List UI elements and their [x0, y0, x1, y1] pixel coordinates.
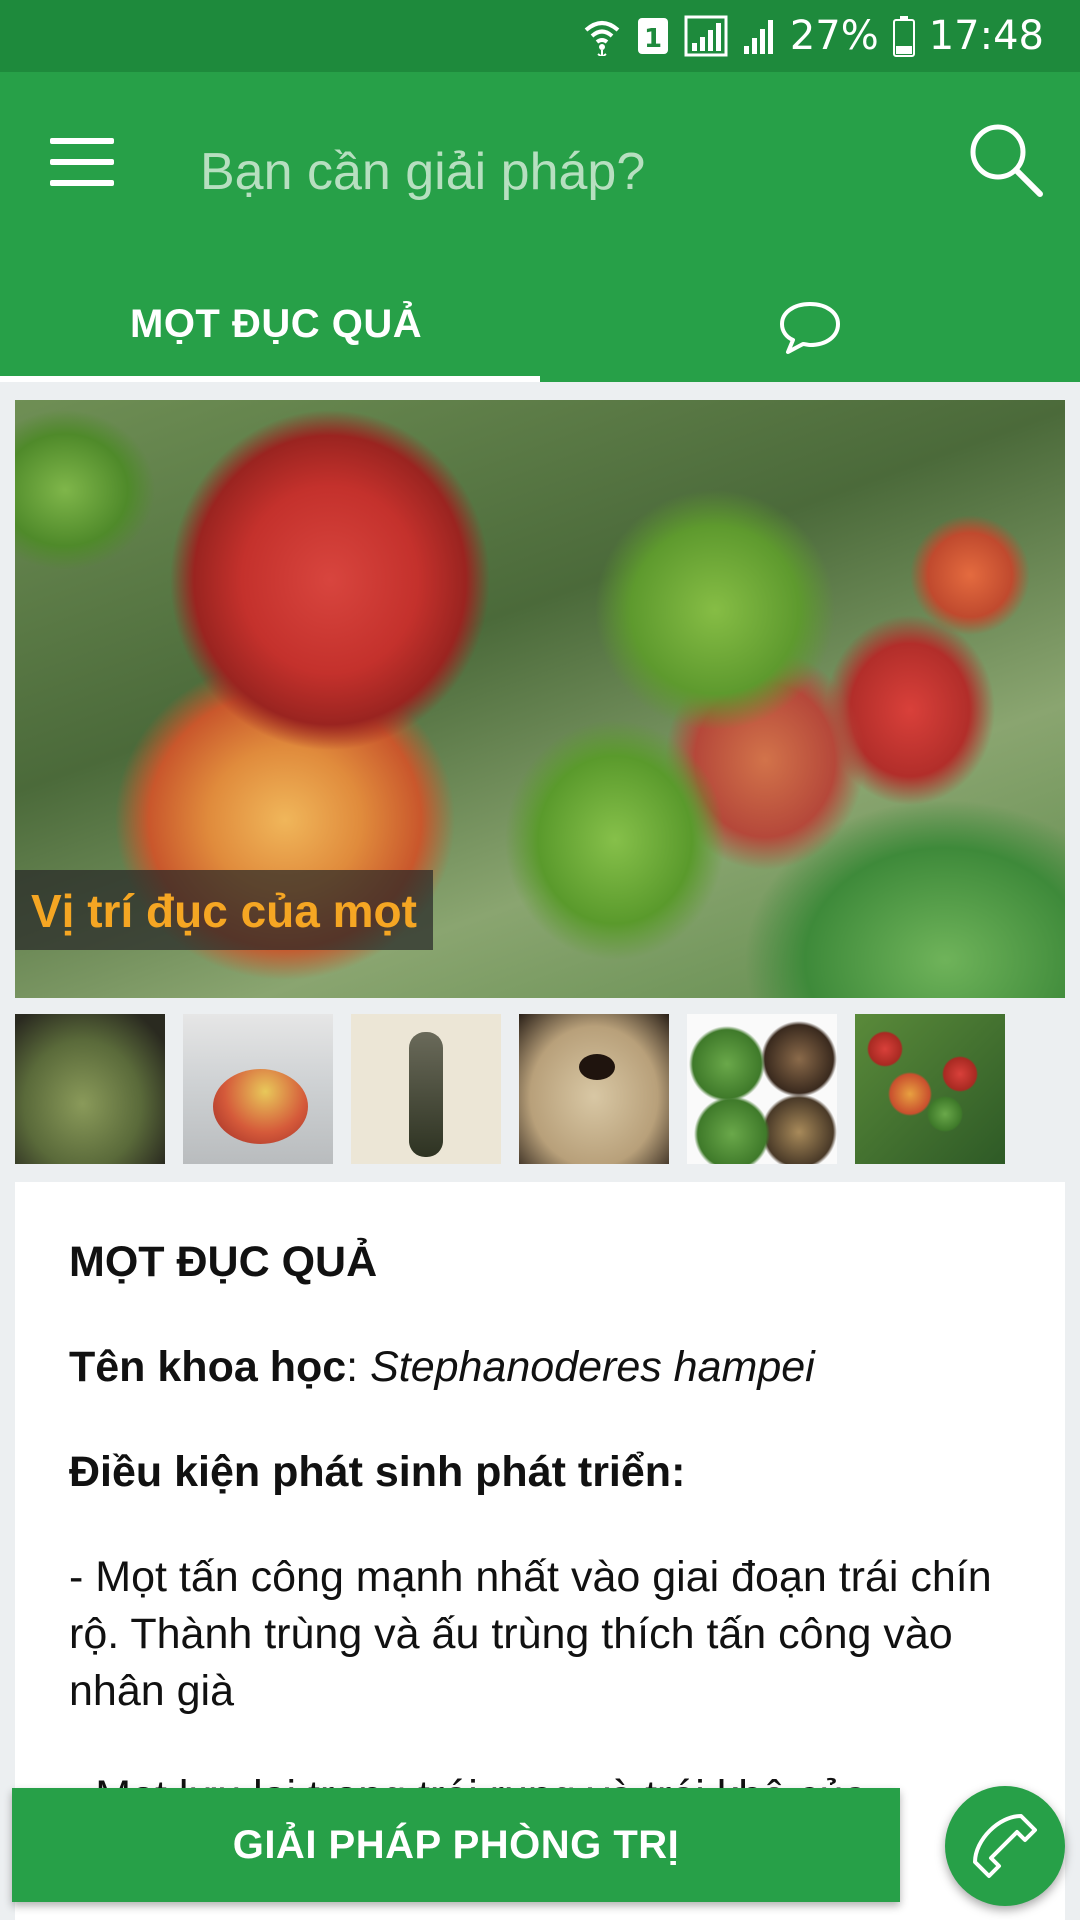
battery-icon: [892, 15, 915, 57]
scientific-name: Stephanoderes hampei: [370, 1343, 815, 1391]
scientific-label: Tên khoa học: [69, 1343, 347, 1391]
tab-chat[interactable]: [540, 302, 1080, 382]
search-icon[interactable]: [966, 120, 1046, 200]
signal-2-icon: [742, 16, 776, 56]
phone-icon[interactable]: [945, 1786, 1065, 1906]
scientific-separator: :: [346, 1343, 371, 1391]
tab-indicator: [0, 376, 540, 382]
thumbnail-strip: [15, 1014, 1065, 1164]
chat-bubble-icon: [778, 300, 842, 361]
wifi-icon: [582, 16, 622, 56]
svg-text:1: 1: [644, 24, 662, 54]
main-photo[interactable]: Vị trí đục của mọt: [15, 400, 1065, 998]
article-paragraph: - Mọt tấn công mạnh nhất vào giai đoạn t…: [69, 1553, 992, 1715]
clock: 17:48: [928, 13, 1044, 59]
thumbnail[interactable]: [687, 1014, 837, 1164]
thumbnail[interactable]: [183, 1014, 333, 1164]
thumbnail[interactable]: [351, 1014, 501, 1164]
sim-icon: 1: [636, 16, 670, 56]
menu-icon[interactable]: [50, 132, 114, 192]
search-input[interactable]: [200, 122, 940, 222]
app-bar: MỌT ĐỤC QUẢ: [0, 72, 1080, 382]
tab-bar: MỌT ĐỤC QUẢ: [0, 302, 1080, 382]
thumbnail[interactable]: [855, 1014, 1005, 1164]
tab-label: MỌT ĐỤC QUẢ: [130, 302, 423, 346]
status-bar: 1 27% 17:48: [0, 0, 1080, 72]
scientific-name-row: Tên khoa học: Stephanoderes hampei: [69, 1339, 1011, 1396]
article-title: MỌT ĐỤC QUẢ: [69, 1238, 378, 1286]
treatment-solution-button[interactable]: GIẢI PHÁP PHÒNG TRỊ: [12, 1788, 900, 1902]
battery-percent: 27%: [789, 13, 879, 59]
thumbnail[interactable]: [15, 1014, 165, 1164]
photo-caption: Vị trí đục của mọt: [15, 870, 433, 950]
conditions-heading: Điều kiện phát sinh phát triển:: [69, 1448, 686, 1496]
tab-mot-duc-qua[interactable]: MỌT ĐỤC QUẢ: [0, 302, 540, 382]
thumbnail[interactable]: [519, 1014, 669, 1164]
signal-1-icon: [684, 15, 728, 57]
